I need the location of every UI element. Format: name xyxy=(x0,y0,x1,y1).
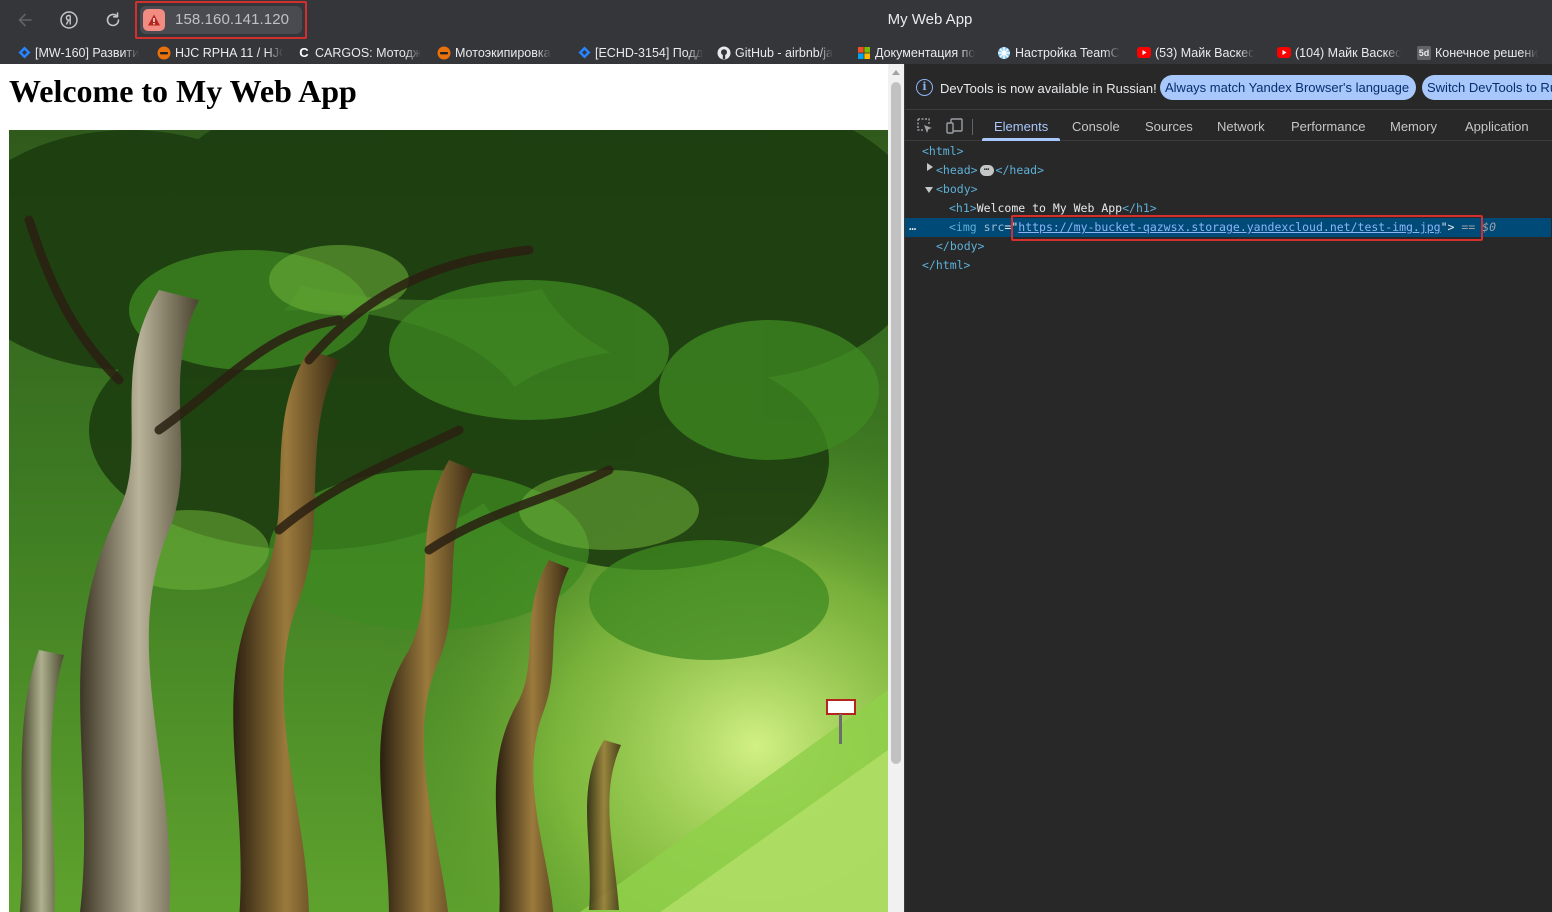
url-highlight-box xyxy=(1011,215,1483,241)
window-title: My Web App xyxy=(887,11,973,28)
5d-icon: 5d xyxy=(1417,45,1431,60)
bookmark-item[interactable]: [MW-160] Развити xyxy=(17,44,145,61)
bookmark-item[interactable]: [ECHD-3154] Подд xyxy=(577,44,703,61)
scrollbar-thumb[interactable] xyxy=(891,82,901,764)
info-icon: i xyxy=(916,79,933,96)
forest-alley-image xyxy=(9,130,888,912)
banner-text: DevTools is now available in Russian! xyxy=(940,81,1157,96)
ellipsis-icon[interactable]: … xyxy=(979,164,994,176)
tab-console[interactable]: Console xyxy=(1072,119,1120,134)
arrow-left-icon xyxy=(18,13,32,27)
bookmark-item[interactable]: Документация по xyxy=(857,44,983,61)
tab-performance[interactable]: Performance xyxy=(1291,119,1365,134)
dom-node-html[interactable]: <html> xyxy=(922,142,964,161)
devtools-language-banner: i DevTools is now available in Russian! … xyxy=(905,64,1552,110)
reload-button[interactable] xyxy=(101,8,125,32)
dom-node-html-close[interactable]: </html> xyxy=(922,256,970,275)
bookmark-item[interactable]: GitHub - airbnb/ja xyxy=(717,44,843,61)
yandex-logo-icon xyxy=(60,11,78,29)
microsoft-icon xyxy=(857,46,871,60)
page-scrollbar[interactable] xyxy=(888,64,904,912)
tab-memory[interactable]: Memory xyxy=(1390,119,1437,134)
jira-diamond-icon xyxy=(17,46,31,60)
web-page-viewport: Welcome to My Web App xyxy=(0,64,904,912)
switch-devtools-language-button[interactable]: Switch DevTools to Ru xyxy=(1422,75,1552,100)
address-highlight-box xyxy=(135,1,307,39)
tab-network[interactable]: Network xyxy=(1217,119,1265,134)
yandex-button[interactable] xyxy=(57,8,81,32)
bookmarks-bar: [MW-160] Развити HJC RPHA 11 / HJC C CAR… xyxy=(0,40,1552,64)
moto-helmet-icon xyxy=(437,46,451,60)
moto-helmet-icon xyxy=(157,46,171,60)
bookmark-item[interactable]: Настройка TeamC xyxy=(997,44,1123,61)
browser-toolbar: 158.160.141.120 My Web App xyxy=(0,0,1552,40)
tab-application[interactable]: Application xyxy=(1465,119,1529,134)
bookmark-item[interactable]: (53) Майк Васкес xyxy=(1137,44,1263,61)
tab-separator xyxy=(972,119,973,135)
bookmark-item[interactable]: C CARGOS: Мотодж xyxy=(297,44,423,61)
bookmark-item[interactable]: HJC RPHA 11 / HJC xyxy=(157,44,283,61)
dom-node-body-close[interactable]: </body> xyxy=(936,237,984,256)
youtube-icon xyxy=(1137,46,1151,60)
github-icon xyxy=(717,46,731,60)
youtube-icon xyxy=(1277,46,1291,60)
bookmark-item[interactable]: (104) Майк Васкес xyxy=(1277,44,1405,61)
collapse-triangle-icon[interactable] xyxy=(925,187,933,193)
more-actions-dots-icon[interactable]: … xyxy=(909,218,916,237)
reload-icon xyxy=(106,12,120,27)
page-heading: Welcome to My Web App xyxy=(9,73,357,109)
tab-sources[interactable]: Sources xyxy=(1145,119,1193,134)
device-toolbar-icon[interactable] xyxy=(945,116,965,136)
jira-diamond-icon xyxy=(577,46,591,60)
back-button[interactable] xyxy=(13,8,37,32)
always-match-language-button[interactable]: Always match Yandex Browser's language xyxy=(1160,75,1416,100)
cargos-c-icon: C xyxy=(299,45,309,60)
expand-triangle-icon[interactable] xyxy=(927,163,933,171)
active-tab-indicator xyxy=(982,138,1060,141)
devtools-tab-bar: Elements Console Sources Network Perform… xyxy=(905,111,1552,141)
dom-node-body[interactable]: <body> xyxy=(936,180,978,199)
bookmark-item[interactable]: 5d Конечное решени xyxy=(1417,44,1545,61)
tab-elements[interactable]: Elements xyxy=(994,119,1048,134)
devtools-panel: i DevTools is now available in Russian! … xyxy=(904,64,1552,912)
scroll-up-arrow-icon[interactable] xyxy=(892,70,900,75)
bookmark-item[interactable]: Мотоэкипировка xyxy=(437,44,563,61)
dom-node-head[interactable]: <head>… </head> xyxy=(936,161,1044,180)
inspect-element-icon[interactable] xyxy=(915,116,935,136)
teamcity-icon xyxy=(997,46,1011,60)
